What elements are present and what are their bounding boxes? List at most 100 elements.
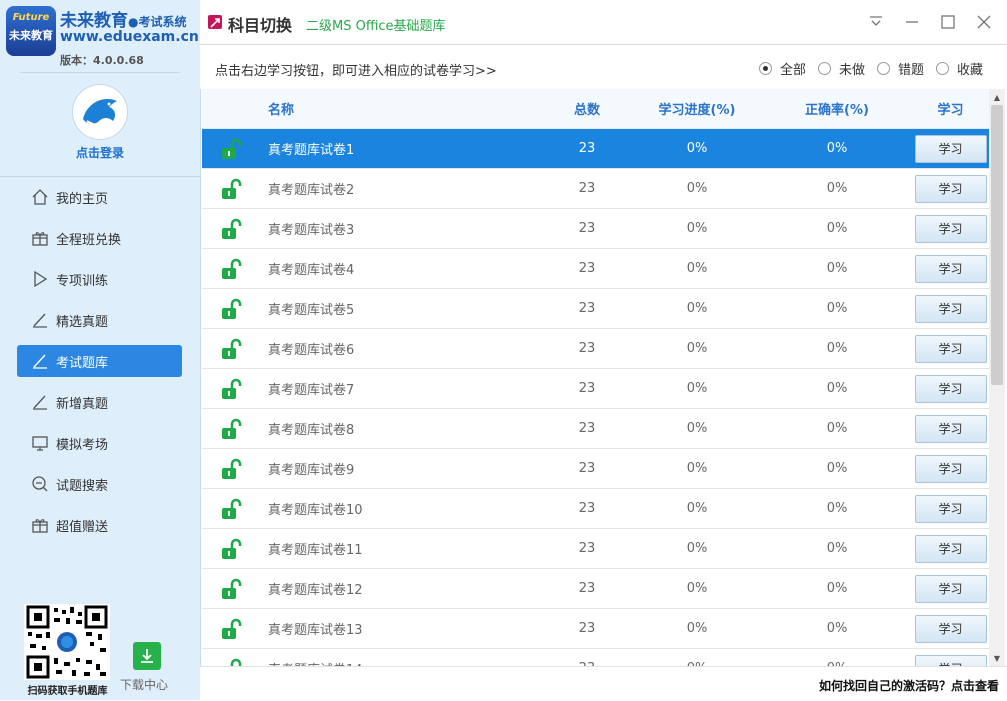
filter-favorite[interactable]: 收藏	[935, 59, 983, 78]
logo-top-text: Future	[12, 12, 50, 23]
current-subject: 二级MS Office基础题库	[306, 19, 446, 34]
nav-item-exam-bank[interactable]: 考试题库	[17, 345, 182, 377]
study-button[interactable]: 学习	[914, 334, 987, 363]
paper-total: 23	[578, 461, 596, 476]
dolphin-icon	[74, 86, 126, 138]
table-row[interactable]: 真考题库试卷3 23 0% 0% 学习	[202, 209, 989, 249]
filter-wrong[interactable]: 错题	[876, 59, 924, 78]
download-center-link[interactable]: 下载中心	[120, 676, 168, 693]
scroll-up-icon[interactable]: ▲	[989, 89, 1005, 105]
unlock-icon	[202, 338, 260, 360]
table-row[interactable]: 真考题库试卷1 23 0% 0% 学习	[202, 129, 989, 169]
paper-accuracy: 0%	[826, 461, 848, 476]
paper-progress: 0%	[686, 541, 708, 556]
paper-progress: 0%	[686, 381, 708, 396]
study-cell: 学习	[912, 574, 989, 603]
close-button[interactable]	[972, 10, 996, 34]
study-cell: 学习	[912, 214, 989, 243]
nav-item-selected-questions[interactable]: 精选真题	[17, 304, 182, 336]
nav-item-bonus[interactable]: 超值赠送	[17, 509, 182, 541]
table-row[interactable]: 真考题库试卷6 23 0% 0% 学习	[202, 329, 989, 369]
unlock-icon	[202, 218, 260, 240]
paper-progress: 0%	[686, 581, 708, 596]
brand-url: www.eduexam.cn	[60, 29, 199, 45]
table-body: 真考题库试卷1 23 0% 0% 学习 真考题库试卷2 23 0% 0% 学习 真考题库试卷3 23 0…	[202, 129, 989, 666]
unlock-icon	[202, 578, 260, 600]
header-action: 学习	[937, 103, 964, 118]
unlock-icon	[202, 178, 260, 200]
chevron-down-icon	[870, 16, 882, 26]
dropdown-menu-button[interactable]	[864, 10, 888, 34]
paper-name: 真考题库试卷3	[268, 223, 355, 238]
table-row[interactable]: 真考题库试卷10 23 0% 0% 学习	[202, 489, 989, 529]
study-button[interactable]: 学习	[914, 174, 987, 203]
nav-item-mock-exam[interactable]: 模拟考场	[17, 427, 182, 459]
paper-progress: 0%	[686, 621, 708, 636]
study-button[interactable]: 学习	[914, 534, 987, 563]
paper-name: 真考题库试卷11	[268, 543, 363, 558]
study-button[interactable]: 学习	[914, 494, 987, 523]
minimize-button[interactable]	[900, 10, 924, 34]
table-row[interactable]: 真考题库试卷13 23 0% 0% 学习	[202, 609, 989, 649]
switch-icon[interactable]	[208, 15, 222, 29]
top-bar: 科目切换 二级MS Office基础题库	[200, 0, 1007, 45]
study-button[interactable]: 学习	[914, 574, 987, 603]
paper-accuracy: 0%	[826, 501, 848, 516]
paper-total: 23	[578, 621, 596, 636]
nav-menu: 我的主页 全程班兑换 专项训练 精选真题 考试题库 新增真题 模拟考场 试题搜索…	[17, 181, 182, 550]
paper-total: 23	[578, 141, 596, 156]
scroll-down-icon[interactable]: ▼	[989, 650, 1005, 666]
table-row[interactable]: 真考题库试卷8 23 0% 0% 学习	[202, 409, 989, 449]
table-header: 名称 总数 学习进度(%) 正确率(%) 学习	[202, 89, 989, 129]
table-row[interactable]: 真考题库试卷9 23 0% 0% 学习	[202, 449, 989, 489]
paper-progress: 0%	[686, 421, 708, 436]
nav-item-new-questions[interactable]: 新增真题	[17, 386, 182, 418]
study-button[interactable]: 学习	[914, 214, 987, 243]
bottom-bar: 如何找回自己的激活码？点击查看	[200, 666, 1007, 701]
study-button[interactable]: 学习	[914, 294, 987, 323]
table-row[interactable]: 真考题库试卷4 23 0% 0% 学习	[202, 249, 989, 289]
table-row[interactable]: 真考题库试卷7 23 0% 0% 学习	[202, 369, 989, 409]
brand-subtitle: ●考试系统	[128, 15, 187, 29]
maximize-button[interactable]	[936, 10, 960, 34]
unlock-icon	[202, 138, 260, 160]
scrollbar[interactable]: ▲ ▼	[989, 89, 1005, 666]
study-button[interactable]: 学习	[914, 654, 987, 666]
study-button[interactable]: 学习	[914, 414, 987, 443]
table-row[interactable]: 真考题库试卷14230%0%学习	[202, 649, 989, 666]
subject-switch-button[interactable]: 科目切换	[228, 12, 292, 36]
study-button[interactable]: 学习	[914, 454, 987, 483]
divider	[20, 72, 180, 73]
paper-name: 真考题库试卷2	[268, 183, 355, 198]
download-icon[interactable]	[133, 642, 161, 670]
paper-progress: 0%	[686, 501, 708, 516]
paper-total: 23	[578, 381, 596, 396]
recover-activation-link[interactable]: 如何找回自己的激活码？点击查看	[819, 677, 999, 694]
scroll-thumb[interactable]	[991, 105, 1003, 385]
table-row[interactable]: 真考题库试卷2 23 0% 0% 学习	[202, 169, 989, 209]
login-link[interactable]: 点击登录	[0, 144, 200, 161]
header-total: 总数	[573, 103, 600, 118]
study-button[interactable]: 学习	[914, 374, 987, 403]
unlock-icon	[202, 538, 260, 560]
brand-name-text: 未来教育	[60, 11, 128, 31]
table-row[interactable]: 真考题库试卷12 23 0% 0% 学习	[202, 569, 989, 609]
nav-item-home[interactable]: 我的主页	[17, 181, 182, 213]
nav-item-course-redeem[interactable]: 全程班兑换	[17, 222, 182, 254]
paper-name: 真考题库试卷5	[268, 303, 355, 318]
study-cell: 学习	[912, 414, 989, 443]
nav-item-special-training[interactable]: 专项训练	[17, 263, 182, 295]
paper-name: 真考题库试卷7	[268, 383, 355, 398]
paper-name: 真考题库试卷9	[268, 463, 355, 478]
avatar[interactable]	[72, 84, 128, 140]
table-row[interactable]: 真考题库试卷5 23 0% 0% 学习	[202, 289, 989, 329]
study-button[interactable]: 学习	[914, 254, 987, 283]
filter-all[interactable]: 全部	[758, 59, 806, 78]
table-row[interactable]: 真考题库试卷11 23 0% 0% 学习	[202, 529, 989, 569]
minimize-icon	[906, 21, 918, 23]
brand-name: 未来教育●考试系统	[60, 6, 186, 31]
study-button[interactable]: 学习	[914, 614, 987, 643]
nav-item-question-search[interactable]: 试题搜索	[17, 468, 182, 500]
filter-undone[interactable]: 未做	[817, 59, 865, 78]
study-button[interactable]: 学习	[914, 134, 987, 163]
